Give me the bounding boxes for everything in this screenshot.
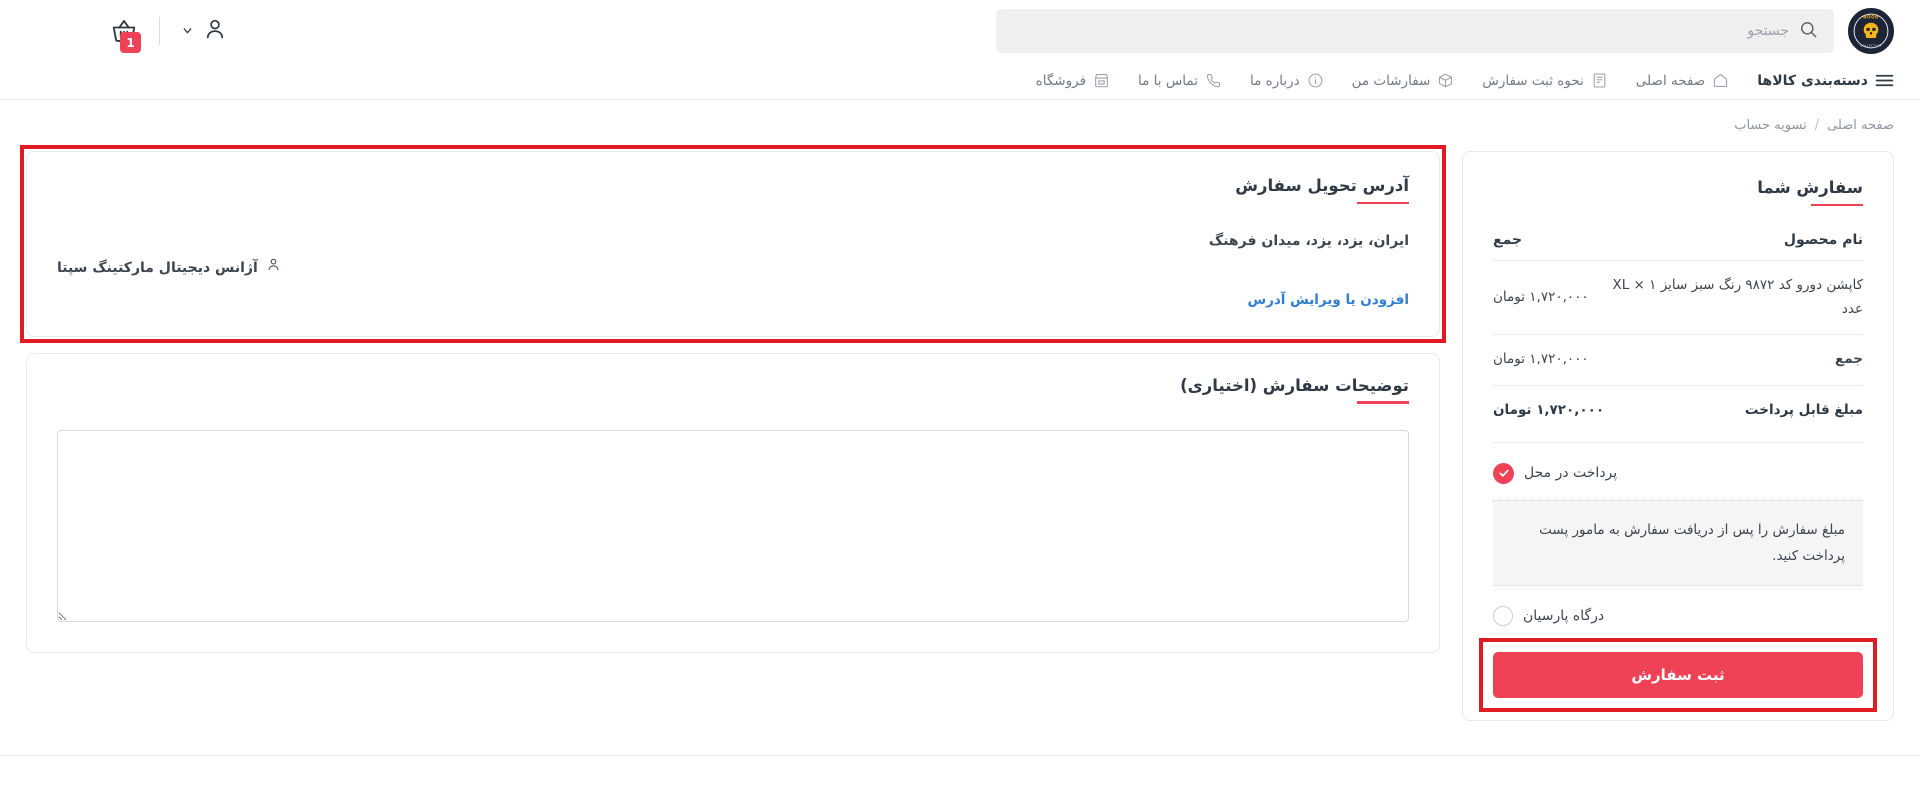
payment-label-cash-on-delivery: پرداخت در محل	[1524, 465, 1618, 481]
order-notes-title: توضیحات سفارش (اختیاری)	[57, 376, 1409, 404]
search-bar[interactable]	[996, 9, 1834, 53]
payment-option-parsian-gateway[interactable]: درگاه پارسیان	[1493, 606, 1863, 627]
user-account-icon[interactable]	[203, 17, 227, 45]
nav-label-categories: دسته‌بندی کالاها	[1757, 72, 1868, 89]
cart-item-count-badge: 1	[120, 32, 141, 53]
submit-order-button[interactable]: ثبت سفارش	[1493, 652, 1863, 699]
address-notes-column: آدرس تحویل سفارش ایران، یزد، یزد، میدان …	[26, 151, 1440, 653]
table-row: کاپشن دورو کد ۹۸۷۲ رنگ سبز سایز XL × ۱ ع…	[1493, 259, 1863, 335]
payment-option-cash-on-delivery[interactable]: پرداخت در محل	[1493, 462, 1863, 484]
order-subtotal-label: جمع	[1604, 334, 1863, 386]
order-subtotal-row: جمع ۱,۷۲۰,۰۰۰ تومان	[1493, 334, 1863, 386]
logo-skull-icon: NOOR COLLECTION	[1850, 10, 1892, 52]
order-notes-card: توضیحات سفارش (اختیاری)	[26, 352, 1440, 653]
top-bar: NOOR COLLECTION جستجو 1	[0, 0, 1920, 62]
cart-button[interactable]: 1	[110, 17, 141, 53]
payment-methods-section: پرداخت در محل مبلغ سفارش را پس از دریافت…	[1493, 441, 1863, 627]
nav-item-shop[interactable]: فروشگاه	[1036, 72, 1110, 89]
submit-order-wrap: ثبت سفارش	[1493, 652, 1863, 699]
site-logo[interactable]: NOOR COLLECTION	[1848, 8, 1894, 54]
document-icon	[1591, 72, 1608, 89]
breadcrumb-home[interactable]: صفحه اصلی	[1827, 118, 1894, 133]
order-table-header-row: نام محصول جمع	[1493, 232, 1863, 261]
nav-item-categories[interactable]: دسته‌بندی کالاها	[1757, 73, 1894, 89]
info-icon	[1307, 72, 1324, 89]
nav-item-contact-us[interactable]: تماس با ما	[1138, 72, 1222, 89]
nav-item-about-us[interactable]: درباره ما	[1250, 72, 1324, 89]
nav-label-how-to-order: نحوه ثبت سفارش	[1482, 72, 1584, 89]
delivery-address-body: ایران، یزد، یزد، میدان فرهنگ آژانس دیجیت…	[57, 228, 1409, 314]
order-payable-label: مبلغ قابل پرداخت	[1604, 384, 1863, 436]
nav-label-contact-us: تماس با ما	[1138, 72, 1198, 89]
checkout-page: صفحه اصلی / تسویه حساب سفارش شما نام محص…	[0, 100, 1920, 798]
breadcrumb-current: تسویه حساب	[1734, 118, 1807, 133]
order-payable-row: مبلغ قابل پرداخت ۱,۷۲۰,۰۰۰ تومان	[1493, 384, 1863, 436]
order-subtotal-value: ۱,۷۲۰,۰۰۰ تومان	[1493, 334, 1605, 386]
order-summary-title: سفارش شما	[1493, 178, 1863, 206]
breadcrumb: صفحه اصلی / تسویه حساب	[26, 118, 1894, 133]
account-group: 1	[110, 17, 227, 53]
payment-label-parsian-gateway: درگاه پارسیان	[1523, 608, 1605, 625]
nav-label-shop: فروشگاه	[1035, 72, 1087, 89]
search-icon	[1799, 20, 1818, 43]
hamburger-icon	[1875, 73, 1894, 88]
delivery-address-title: آدرس تحویل سفارش	[57, 176, 1409, 204]
order-item-total: ۱,۷۲۰,۰۰۰ تومان	[1493, 259, 1605, 335]
person-icon	[266, 255, 281, 282]
order-payable-value: ۱,۷۲۰,۰۰۰ تومان	[1493, 384, 1605, 436]
nav-label-about-us: درباره ما	[1249, 72, 1300, 89]
order-col-total: جمع	[1493, 232, 1523, 248]
nav-item-my-orders[interactable]: سفارشات من	[1352, 72, 1455, 89]
payment-note: مبلغ سفارش را پس از دریافت سفارش به مامو…	[1493, 499, 1863, 587]
search-input[interactable]	[1012, 23, 1789, 39]
address-line-2-wrap: آژانس دیجیتال مارکتینگ سپتا	[57, 255, 1409, 282]
order-summary-column: سفارش شما نام محصول جمع کاپشن دورو کد ۹۸…	[1462, 151, 1894, 722]
nav-label-home: صفحه اصلی	[1635, 72, 1706, 89]
order-col-product: نام محصول	[1783, 232, 1863, 248]
footer-divider	[0, 755, 1920, 756]
order-items-table: نام محصول جمع کاپشن دورو کد ۹۸۷۲ رنگ سبز…	[1493, 232, 1863, 436]
order-notes-textarea[interactable]	[57, 429, 1409, 622]
breadcrumb-separator: /	[1814, 118, 1820, 133]
radio-selected-icon	[1493, 462, 1514, 484]
radio-unselected-icon	[1493, 606, 1513, 627]
home-icon	[1712, 72, 1729, 89]
add-or-edit-address-link[interactable]: افزودن یا ویرایش آدرس	[1247, 287, 1409, 313]
delivery-address-card: آدرس تحویل سفارش ایران، یزد، یزد، میدان …	[26, 151, 1440, 337]
store-icon	[1093, 72, 1110, 89]
nav-label-my-orders: سفارشات من	[1351, 72, 1431, 89]
svg-text:NOOR: NOOR	[1863, 15, 1878, 20]
order-summary-card: سفارش شما نام محصول جمع کاپشن دورو کد ۹۸…	[1462, 151, 1894, 722]
account-chevron-down-icon[interactable]	[181, 22, 194, 41]
phone-icon	[1205, 72, 1222, 89]
address-line-2: آژانس دیجیتال مارکتینگ سپتا	[57, 260, 258, 277]
checkout-columns: سفارش شما نام محصول جمع کاپشن دورو کد ۹۸…	[26, 151, 1894, 722]
order-item-name: کاپشن دورو کد ۹۸۷۲ رنگ سبز سایز XL × ۱ ع…	[1604, 259, 1863, 335]
box-icon	[1437, 72, 1454, 89]
address-line-1: ایران، یزد، یزد، میدان فرهنگ	[1208, 233, 1409, 249]
main-navigation: دسته‌بندی کالاها صفحه اصلی نحوه ثبت سفار…	[0, 62, 1920, 100]
header-divider	[159, 17, 160, 45]
nav-item-how-to-order[interactable]: نحوه ثبت سفارش	[1482, 72, 1607, 89]
nav-item-home[interactable]: صفحه اصلی	[1636, 72, 1729, 89]
svg-text:COLLECTION: COLLECTION	[1860, 44, 1881, 48]
